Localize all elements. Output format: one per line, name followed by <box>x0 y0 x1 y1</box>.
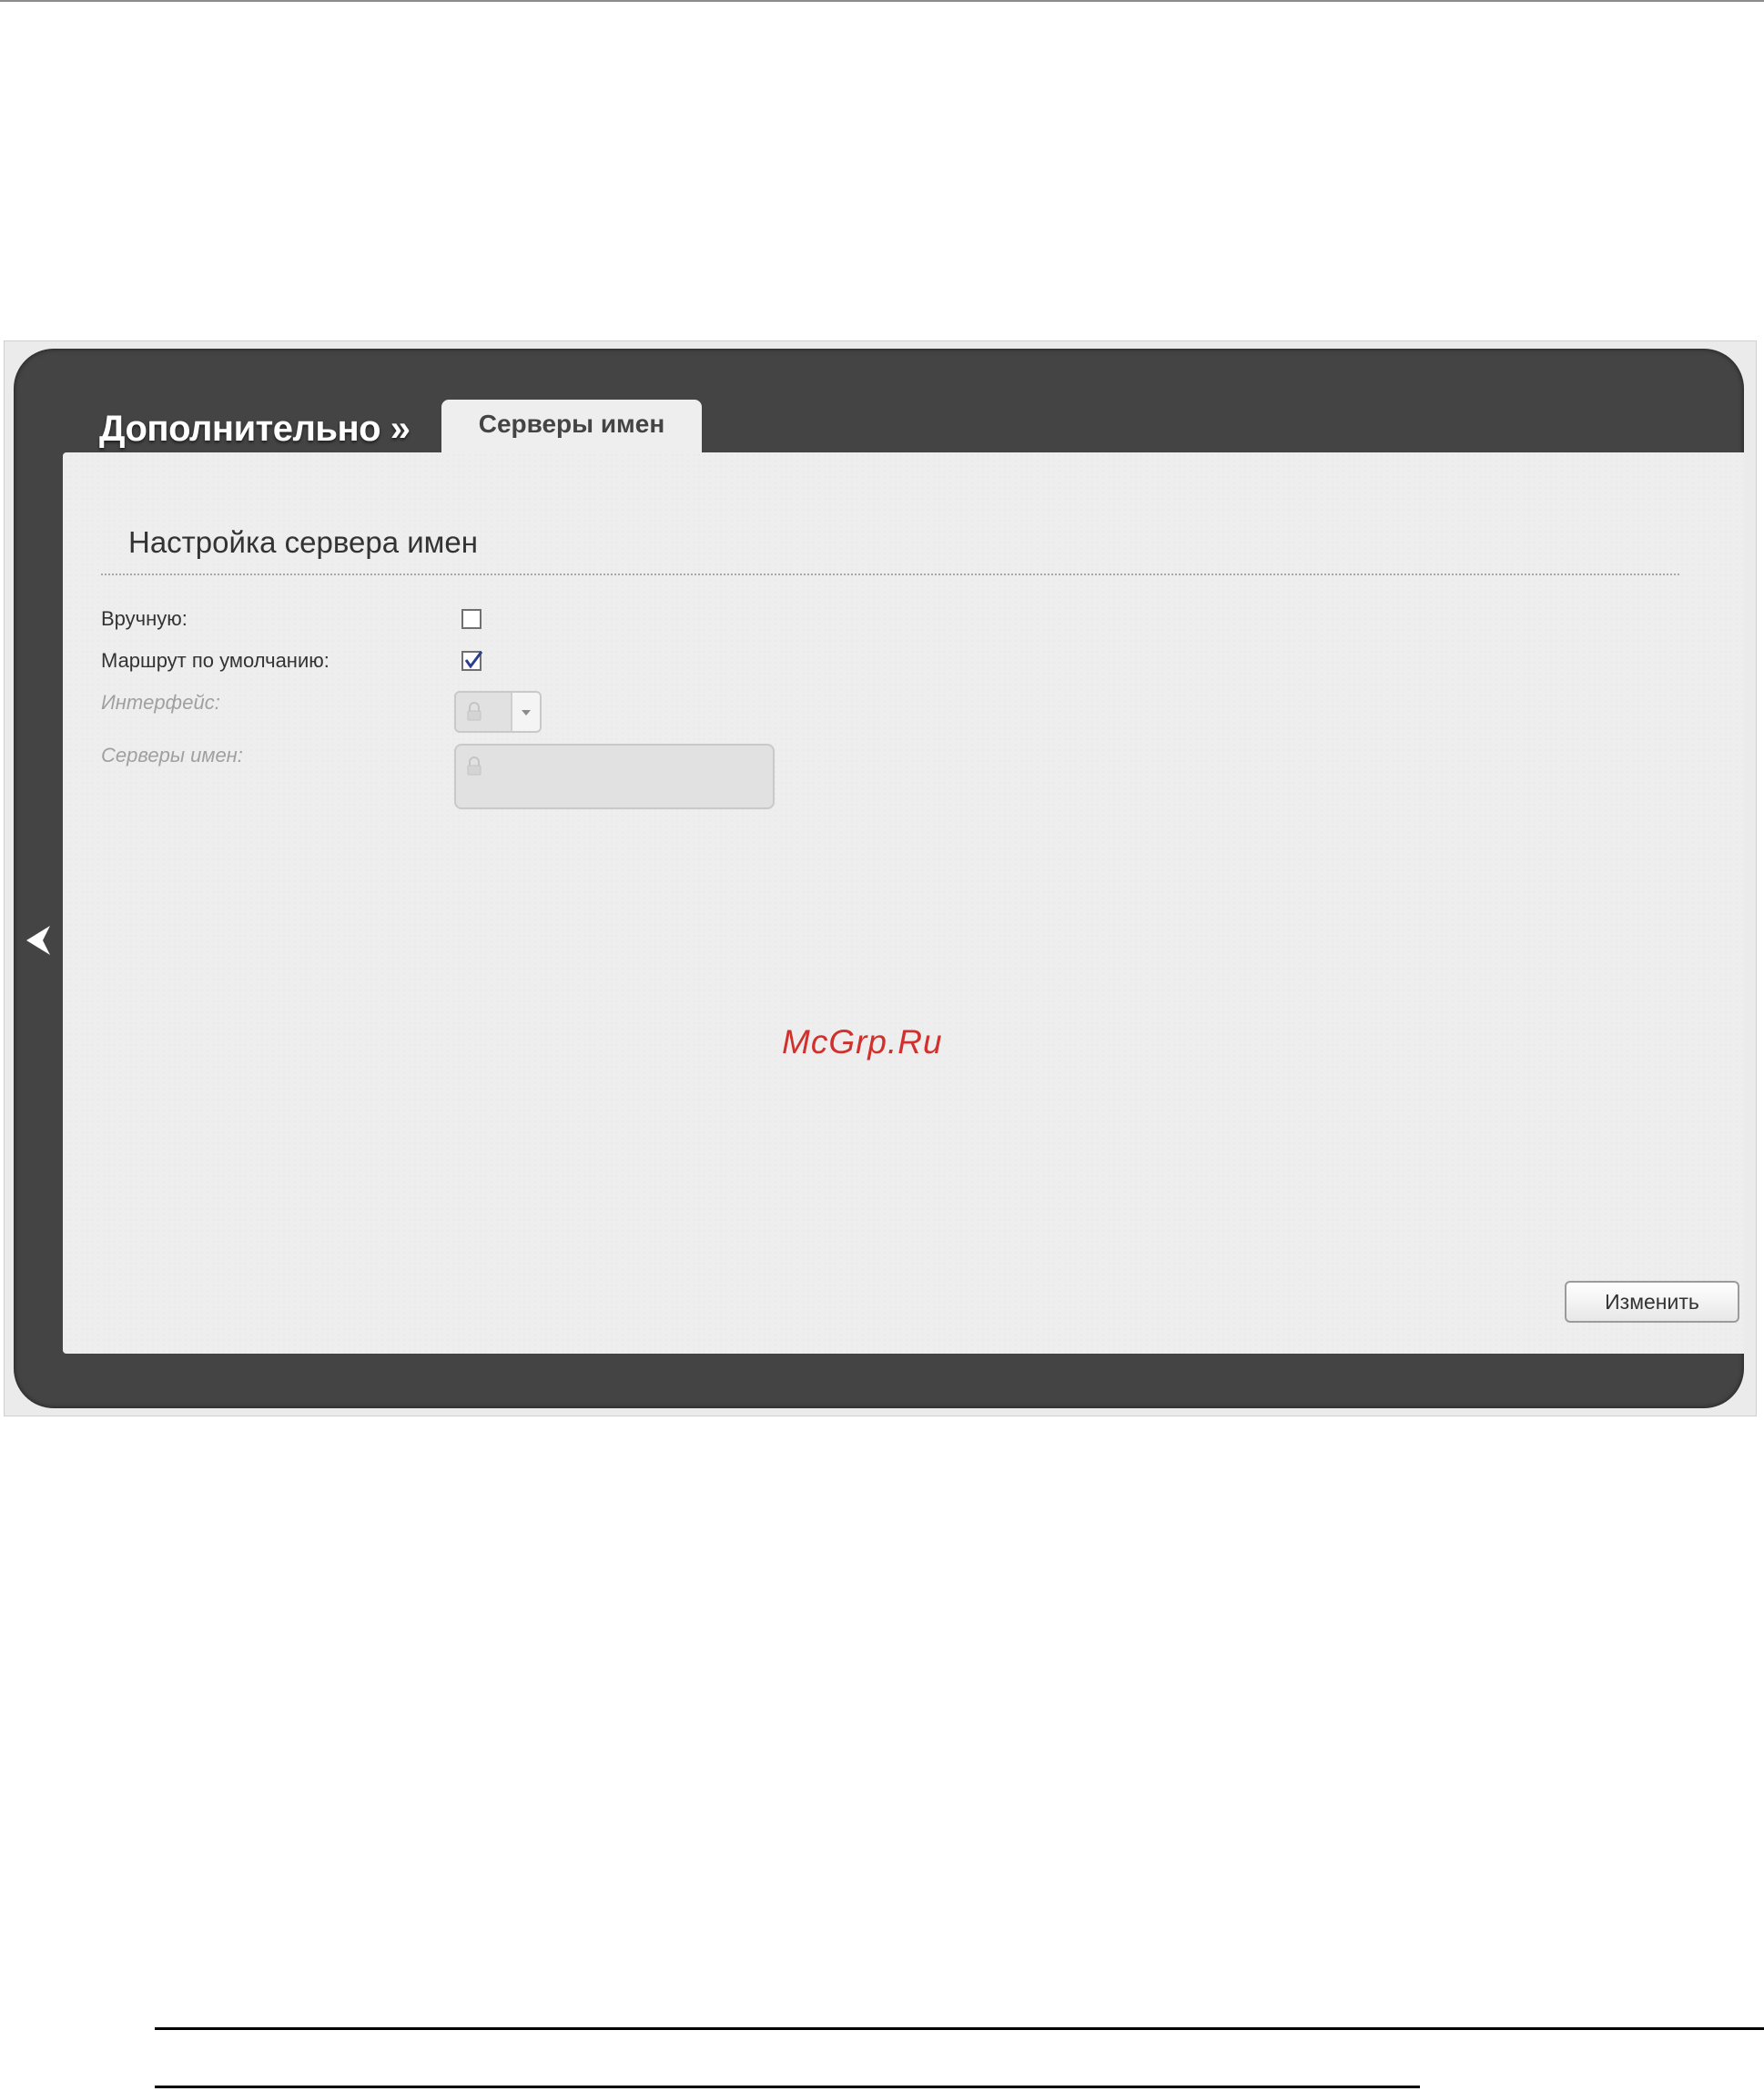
default-route-checkbox[interactable] <box>461 651 483 671</box>
tab-name-servers[interactable]: Серверы имен <box>441 400 702 454</box>
top-rule <box>0 0 1764 2</box>
footer-rule-lower <box>155 2086 1420 2088</box>
watermark: McGrp.Ru <box>782 1023 943 1061</box>
interface-select[interactable] <box>454 691 542 733</box>
manual-checkbox[interactable] <box>461 609 482 629</box>
footer-rule-upper <box>155 2027 1764 2030</box>
main-panel: Дополнительно » Серверы имен Настройка с… <box>14 349 1744 1408</box>
heading-divider <box>101 574 1679 575</box>
apply-button[interactable]: Изменить <box>1565 1281 1739 1323</box>
name-servers-label: Серверы имен: <box>101 744 243 766</box>
chevron-down-icon <box>522 710 531 716</box>
default-route-label: Маршрут по умолчанию: <box>101 649 329 672</box>
select-arrow-area[interactable] <box>512 693 540 731</box>
manual-label: Вручную: <box>101 607 188 630</box>
lock-icon <box>465 756 483 781</box>
interface-label: Интерфейс: <box>101 691 220 714</box>
lock-icon <box>465 702 483 726</box>
back-arrow-icon[interactable] <box>23 924 54 957</box>
router-ui-screenshot: Дополнительно » Серверы имен Настройка с… <box>4 340 1757 1416</box>
section-title: Дополнительно » <box>99 409 411 449</box>
content-area: Настройка сервера имен Вручную: Маршрут … <box>63 452 1744 1354</box>
form-heading: Настройка сервера имен <box>128 525 478 559</box>
name-servers-textarea[interactable] <box>454 744 775 809</box>
checkmark-icon <box>464 651 483 669</box>
